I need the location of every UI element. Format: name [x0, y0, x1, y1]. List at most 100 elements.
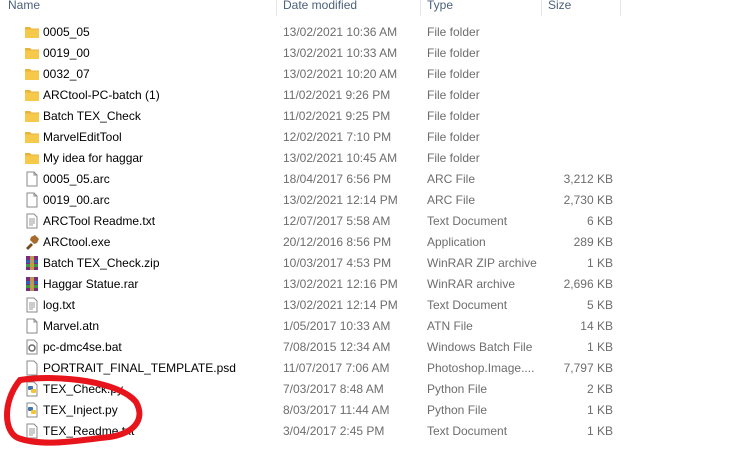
column-divider[interactable]	[620, 0, 621, 16]
file-date-modified: 18/04/2017 6:56 PM	[283, 172, 392, 186]
file-date-modified: 12/07/2017 5:58 AM	[283, 214, 391, 228]
file-type: Windows Batch File	[427, 340, 533, 354]
file-row[interactable]: TEX_Readme.txt 3/04/2017 2:45 PM Text Docu…	[0, 421, 732, 442]
file-row[interactable]: TEX_Check.py 7/03/2017 8:48 AM Python File…	[0, 379, 732, 400]
file-type: File folder	[427, 25, 480, 39]
file-date-modified: 11/02/2021 9:25 PM	[283, 109, 391, 123]
text-file-icon	[24, 297, 40, 313]
file-row[interactable]: TEX_Inject.py 8/03/2017 11:44 AM Python Fi…	[0, 400, 732, 421]
name-column-header[interactable]: Name	[4, 0, 40, 16]
file-size	[540, 127, 613, 148]
file-row[interactable]: ARCtool-PC-batch (1) 11/02/2021 9:26 PM Fi…	[0, 85, 732, 106]
file-name: My idea for haggar	[43, 151, 144, 165]
file-date-modified: 13/02/2021 10:36 AM	[283, 25, 398, 39]
file-row[interactable]: Marvel.atn 1/05/2017 10:33 AM ATN File 14 K…	[0, 316, 732, 337]
file-row[interactable]: Batch TEX_Check.zip 10/03/2017 4:53 PM Win…	[0, 253, 732, 274]
winrar-icon	[24, 276, 40, 292]
file-name: PORTRAIT_FINAL_TEMPLATE.psd	[43, 361, 236, 375]
file-type: File folder	[427, 130, 480, 144]
file-type: ATN File	[427, 319, 473, 333]
file-size: 14 KB	[580, 319, 613, 333]
file-size: 2,696 KB	[563, 277, 613, 291]
blank-file-icon	[24, 171, 40, 187]
file-name: Batch TEX_Check.zip	[43, 256, 160, 270]
file-type: Application	[427, 235, 486, 249]
type-column-header[interactable]: Type	[423, 0, 453, 16]
file-type: Python File	[427, 403, 488, 417]
file-name: ARCtool-PC-batch (1)	[43, 88, 160, 102]
file-date-modified: 10/03/2017 4:53 PM	[283, 256, 392, 270]
file-type: File folder	[427, 88, 480, 102]
folder-icon	[24, 24, 40, 40]
batch-file-icon	[24, 339, 40, 355]
file-size: 289 KB	[573, 235, 613, 249]
file-row[interactable]: PORTRAIT_FINAL_TEMPLATE.psd 11/07/2017 7:…	[0, 358, 732, 379]
file-size: 1 KB	[586, 340, 613, 354]
file-date-modified: 13/02/2021 10:20 AM	[283, 67, 398, 81]
photoshop-icon	[24, 360, 40, 376]
file-row[interactable]: 0005_05 13/02/2021 10:36 AM File folder	[0, 22, 732, 43]
file-row[interactable]: 0032_07 13/02/2021 10:20 AM File folder	[0, 64, 732, 85]
file-row[interactable]: log.txt 13/02/2021 12:14 PM Text Document 5…	[0, 295, 732, 316]
file-name: 0032_07	[43, 67, 90, 81]
file-date-modified: 13/02/2021 12:16 PM	[283, 277, 398, 291]
date-column-header[interactable]: Date modified	[279, 0, 357, 16]
file-type: ARC File	[427, 172, 476, 186]
file-size: 6 KB	[586, 214, 613, 228]
file-row[interactable]: MarvelEditTool 12/02/2021 7:10 PM File fol…	[0, 127, 732, 148]
file-type: Text Document	[427, 214, 508, 228]
file-size: 5 KB	[586, 298, 613, 312]
file-date-modified: 7/03/2017 8:48 AM	[283, 382, 384, 396]
file-name: 0005_05	[43, 25, 90, 39]
file-date-modified: 13/02/2021 12:14 PM	[283, 298, 398, 312]
file-date-modified: 11/07/2017 7:06 AM	[283, 361, 390, 375]
size-column-header[interactable]: Size	[544, 0, 571, 16]
file-name: 0005_05.arc	[43, 172, 110, 186]
file-size	[540, 64, 613, 85]
file-size: 7,797 KB	[563, 361, 613, 375]
file-name: TEX_Readme.txt	[43, 424, 135, 438]
file-size	[540, 148, 613, 169]
file-name: Batch TEX_Check	[43, 109, 141, 123]
file-row[interactable]: 0019_00 13/02/2021 10:33 AM File folder	[0, 43, 732, 64]
text-file-icon	[24, 423, 40, 439]
file-type: Python File	[427, 382, 488, 396]
folder-icon	[24, 87, 40, 103]
file-name: TEX_Inject.py	[43, 403, 118, 417]
file-size	[540, 22, 613, 43]
app-icon	[24, 234, 40, 250]
file-name: ARCtool.exe	[43, 235, 111, 249]
file-type: File folder	[427, 67, 480, 81]
file-size: 1 KB	[586, 424, 613, 438]
file-name: TEX_Check.py	[43, 382, 124, 396]
file-date-modified: 13/02/2021 10:33 AM	[283, 46, 398, 60]
file-date-modified: 12/02/2021 7:10 PM	[283, 130, 392, 144]
file-date-modified: 11/02/2021 9:26 PM	[283, 88, 391, 102]
file-row[interactable]: ARCTool Readme.txt 12/07/2017 5:58 AM Text…	[0, 211, 732, 232]
file-row[interactable]: My idea for haggar 13/02/2021 10:45 AM Fil…	[0, 148, 732, 169]
file-size	[540, 106, 613, 127]
file-row[interactable]: ARCtool.exe 20/12/2016 8:56 PM Application…	[0, 232, 732, 253]
column-divider[interactable]	[276, 0, 277, 16]
file-date-modified: 7/08/2015 12:34 AM	[283, 340, 391, 354]
folder-icon	[24, 66, 40, 82]
file-date-modified: 13/02/2021 12:14 PM	[283, 193, 398, 207]
winrar-icon	[24, 255, 40, 271]
file-type: Text Document	[427, 424, 508, 438]
file-name: Haggar Statue.rar	[43, 277, 139, 291]
file-type: Photoshop.Image....	[427, 361, 535, 375]
column-divider[interactable]	[541, 0, 542, 16]
file-size	[540, 85, 613, 106]
file-row[interactable]: Batch TEX_Check 11/02/2021 9:25 PM File fo…	[0, 106, 732, 127]
file-row[interactable]: 0019_00.arc 13/02/2021 12:14 PM ARC File 2,…	[0, 190, 732, 211]
file-date-modified: 3/04/2017 2:45 PM	[283, 424, 385, 438]
file-type: WinRAR ZIP archive	[427, 256, 537, 270]
folder-icon	[24, 129, 40, 145]
file-row[interactable]: 0005_05.arc 18/04/2017 6:56 PM ARC File 3,2…	[0, 169, 732, 190]
file-row[interactable]: pc-dmc4se.bat 7/08/2015 12:34 AM Windows B…	[0, 337, 732, 358]
file-type: File folder	[427, 151, 480, 165]
file-row[interactable]: Haggar Statue.rar 13/02/2021 12:16 PM WinR…	[0, 274, 732, 295]
column-divider[interactable]	[420, 0, 421, 16]
folder-icon	[24, 108, 40, 124]
file-name: MarvelEditTool	[43, 130, 122, 144]
